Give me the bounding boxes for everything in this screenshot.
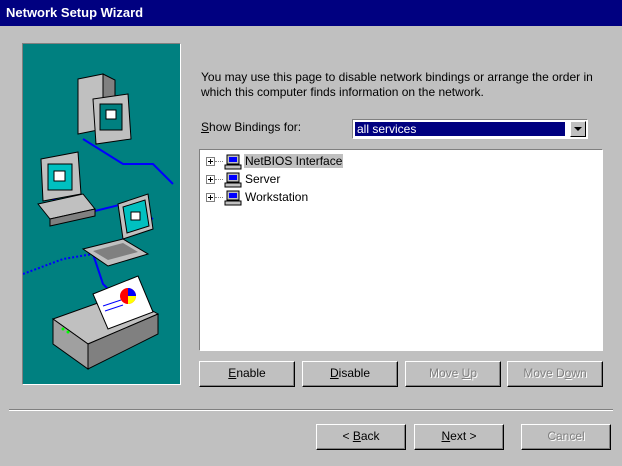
- chevron-down-icon: [574, 127, 582, 131]
- tree-item-label: Workstation: [245, 190, 309, 204]
- disable-button[interactable]: Disable: [302, 361, 398, 387]
- bindings-tree[interactable]: NetBIOS Interface Server Workstation: [199, 149, 603, 351]
- dropdown-arrow-button[interactable]: [570, 121, 586, 137]
- network-computer-icon: [224, 172, 242, 188]
- wizard-illustration: [22, 43, 181, 385]
- enable-button[interactable]: Enable: [199, 361, 295, 387]
- tree-item-label: NetBIOS Interface: [244, 154, 344, 168]
- back-button[interactable]: < Back: [316, 424, 406, 450]
- show-bindings-dropdown[interactable]: all services: [352, 119, 588, 139]
- expand-icon[interactable]: [206, 157, 215, 166]
- move-up-button[interactable]: Move Up: [405, 361, 501, 387]
- cancel-button[interactable]: Cancel: [521, 424, 611, 450]
- show-bindings-label: Show Bindings for:: [201, 120, 302, 134]
- network-computer-icon: [224, 154, 242, 170]
- title-bar[interactable]: Network Setup Wizard: [0, 0, 622, 26]
- network-computer-icon: [224, 190, 242, 206]
- tree-item-label: Server: [245, 172, 281, 186]
- description-text: You may use this page to disable network…: [201, 70, 593, 99]
- show-bindings-selected-value: all services: [355, 122, 565, 136]
- expand-icon[interactable]: [206, 193, 215, 202]
- window-title: Network Setup Wizard: [6, 5, 144, 20]
- next-button[interactable]: Next >: [414, 424, 504, 450]
- separator: [9, 409, 613, 411]
- move-down-button[interactable]: Move Down: [507, 361, 603, 387]
- expand-icon[interactable]: [206, 175, 215, 184]
- network-setup-wizard-window: Network Setup Wizard You may use this pa…: [0, 0, 622, 466]
